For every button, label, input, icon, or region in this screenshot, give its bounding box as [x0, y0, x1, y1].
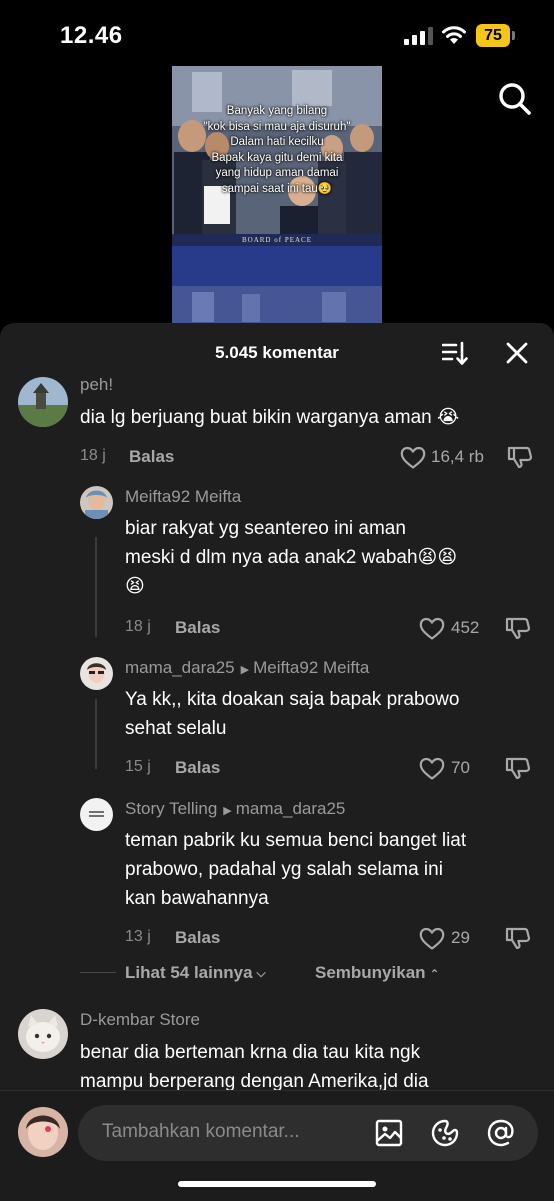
comment-text: benar dia berteman krna dia tau kita ngk [80, 1042, 421, 1063]
comment-text: kan bawahannya [125, 888, 269, 909]
username-text[interactable]: Story Telling [125, 799, 217, 818]
avatar[interactable] [80, 798, 113, 831]
my-avatar[interactable] [18, 1107, 68, 1157]
like-count: 16,4 rb [431, 447, 484, 466]
heart-icon[interactable] [419, 617, 445, 641]
username-text[interactable]: mama_dara25 [125, 658, 235, 677]
caption-line: Dalam hati kecilku [230, 136, 324, 149]
comment-count: 5.045 komentar [215, 343, 339, 362]
reply-button[interactable]: Balas [175, 758, 220, 778]
heart-icon[interactable] [419, 757, 445, 781]
like-count: 29 [451, 928, 470, 947]
home-indicator [178, 1181, 376, 1187]
thread-divider [80, 972, 116, 973]
comment-text: prabowo, padahal yg salah selama ini [125, 859, 443, 880]
status-time: 12.46 [60, 22, 123, 49]
chevron-down-icon: ⌵ [256, 966, 266, 981]
reply-arrow-icon: ▶ [240, 664, 250, 676]
comment-time: 18 j [125, 618, 151, 635]
like-count: 70 [451, 758, 470, 777]
caption-line: Bapak kaya gitu demi kita [211, 151, 343, 164]
comment-text: sehat selalu [125, 718, 227, 739]
comment-input[interactable]: Tambahkan komentar... [78, 1105, 538, 1161]
caption-line: "kok bisa si mau aja disuruh" [203, 120, 351, 133]
comment-username[interactable]: D-kembar Store [80, 1010, 200, 1030]
reply-to-username[interactable]: mama_dara25 [236, 799, 346, 818]
comment-username[interactable]: Story Telling ▶ mama_dara25 [125, 799, 345, 819]
comment-text: biar rakyat yg seantereo ini aman [125, 518, 406, 539]
caption-line: yang hidup aman damai [215, 167, 339, 180]
sort-icon[interactable] [442, 341, 468, 367]
view-more-replies-button[interactable]: Lihat 54 lainnya ⌵ [125, 963, 266, 983]
status-bar: 12.46 75 [0, 0, 554, 70]
thread-line [95, 537, 97, 637]
video-caption: Banyak yang bilang "kok bisa si mau aja … [182, 104, 372, 198]
hide-replies-button[interactable]: Sembunyikan ⌃ [315, 963, 440, 983]
emoji-sticker-icon[interactable] [430, 1118, 460, 1148]
image-icon[interactable] [374, 1118, 404, 1148]
avatar[interactable] [80, 657, 113, 690]
wifi-icon [442, 26, 466, 44]
comment-text: meski d dlm nya ada anak2 wabah😫😫 [125, 547, 458, 568]
comment-username[interactable]: mama_dara25 ▶ Meifta92 Meifta [125, 658, 369, 678]
video-thumbnail[interactable]: BOARD of PEACE Banyak yang bilang "kok b… [172, 66, 382, 328]
like-count: 452 [451, 618, 480, 637]
caption-line: Banyak yang bilang [226, 105, 328, 117]
comment-time: 15 j [125, 758, 151, 775]
battery-indicator: 75 [476, 24, 516, 47]
dislike-icon[interactable] [505, 615, 531, 641]
battery-tip [512, 31, 515, 40]
reply-button[interactable]: Balas [129, 447, 174, 467]
dislike-icon[interactable] [505, 925, 531, 951]
caption-line: sampai saat ini tau🥹 [221, 182, 333, 195]
reply-button[interactable]: Balas [175, 928, 220, 948]
mention-icon[interactable] [486, 1118, 516, 1148]
comment-username[interactable]: Meifta92 Meifta [125, 487, 241, 507]
dislike-icon[interactable] [507, 444, 533, 470]
avatar[interactable] [80, 486, 113, 519]
search-icon[interactable] [498, 82, 532, 116]
view-more-label[interactable]: Lihat 54 lainnya [125, 963, 253, 982]
hide-label[interactable]: Sembunyikan [315, 963, 426, 982]
dislike-icon[interactable] [505, 755, 531, 781]
comment-time: 18 j [80, 447, 106, 464]
comment-text: dia lg berjuang buat bikin warganya aman… [80, 407, 460, 428]
video-banner-text: BOARD of PEACE [241, 236, 312, 244]
reply-arrow-icon: ▶ [223, 805, 232, 817]
comments-sheet: 5.045 komentar peh! dia lg berjuang buat… [0, 323, 554, 1200]
chevron-up-icon: ⌃ [429, 966, 440, 981]
thread-line [95, 699, 97, 769]
comment-text: Ya kk,, kita doakan saja bapak prabowo [125, 689, 460, 710]
reply-button[interactable]: Balas [175, 618, 220, 638]
avatar[interactable] [18, 1009, 68, 1059]
comment-username[interactable]: peh! [80, 375, 113, 395]
heart-icon[interactable] [400, 446, 426, 470]
comment-input-placeholder: Tambahkan komentar... [102, 1121, 300, 1142]
battery-level: 75 [476, 24, 510, 47]
comment-time: 13 j [125, 928, 151, 945]
reply-to-username[interactable]: Meifta92 Meifta [253, 658, 369, 677]
avatar[interactable] [18, 377, 68, 427]
close-icon[interactable] [506, 342, 528, 364]
comments-header: 5.045 komentar [0, 323, 554, 381]
comment-text: 😫 [125, 576, 145, 597]
heart-icon[interactable] [419, 927, 445, 951]
comment-text: teman pabrik ku semua benci banget liat [125, 830, 467, 851]
cellular-signal-icon [404, 27, 433, 45]
